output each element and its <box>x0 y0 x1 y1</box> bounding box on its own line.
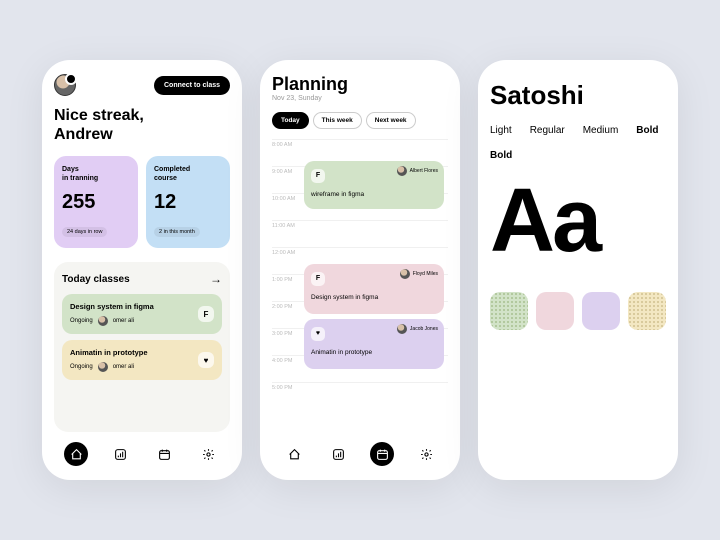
nav-settings[interactable] <box>414 442 438 466</box>
bottom-nav <box>272 442 448 466</box>
swatch-pink[interactable] <box>536 292 574 330</box>
planning-screen: Planning Nov 23, Sunday Today This week … <box>260 60 460 480</box>
stat-label: Completed course <box>154 166 222 183</box>
connect-button[interactable]: Connect to class <box>154 76 230 95</box>
nav-calendar[interactable] <box>370 442 394 466</box>
user-name: Floyd Miles <box>413 271 438 277</box>
font-name: Satoshi <box>490 80 666 111</box>
weight-bold[interactable]: Bold <box>636 125 658 136</box>
heart-icon: ♥ <box>311 327 325 341</box>
weight-regular[interactable]: Regular <box>530 125 565 136</box>
stat-label: Days in tranning <box>62 166 130 183</box>
stat-badge: 2 in this month <box>154 227 200 237</box>
figma-icon: F <box>311 272 325 286</box>
event-title: wireframe in figma <box>311 191 437 198</box>
event-title: Design system in figma <box>311 294 437 301</box>
class-status: Ongoing <box>70 364 93 370</box>
timeline[interactable]: 8:00 AM 9:00 AM 10:00 AM 11:00 AM 12:00 … <box>272 139 448 432</box>
time-label: 5:00 PM <box>272 382 448 409</box>
nav-home[interactable] <box>282 442 306 466</box>
stat-days[interactable]: Days in tranning 255 24 days in row <box>54 156 138 248</box>
typography-screen: Satoshi Light Regular Medium Bold Bold A… <box>478 60 678 480</box>
user-name: Jacob Jones <box>410 326 438 332</box>
avatar[interactable] <box>54 74 76 96</box>
instructor-avatar <box>98 362 108 372</box>
chip-today[interactable]: Today <box>272 112 309 129</box>
nav-home[interactable] <box>64 442 88 466</box>
font-weights: Light Regular Medium Bold Bold <box>490 125 666 161</box>
user-avatar <box>397 324 407 334</box>
weight-light[interactable]: Light <box>490 125 512 136</box>
figma-icon: F <box>311 169 325 183</box>
weight-medium[interactable]: Medium <box>583 125 619 136</box>
bottom-nav <box>54 442 230 466</box>
swatch-purple[interactable] <box>582 292 620 330</box>
font-sample: Aa <box>490 181 666 262</box>
nav-stats[interactable] <box>108 442 132 466</box>
nav-settings[interactable] <box>196 442 220 466</box>
header: Connect to class <box>54 74 230 96</box>
event-card[interactable]: F Floyd Miles Design system in figma <box>304 264 444 314</box>
instructor-name: omer ali <box>113 364 134 370</box>
class-card[interactable]: Animatin in prototype Ongoing omer ali ♥ <box>62 340 222 380</box>
chip-next-week[interactable]: Next week <box>366 112 416 129</box>
event-card[interactable]: F Albert Flores wireframe in figma <box>304 161 444 209</box>
user-avatar <box>400 269 410 279</box>
class-title: Animatin in prototype <box>70 348 214 357</box>
today-classes: Today classes → Design system in figma O… <box>54 262 230 432</box>
home-screen: Connect to class Nice streak, Andrew Day… <box>42 60 242 480</box>
nav-stats[interactable] <box>326 442 350 466</box>
nav-calendar[interactable] <box>152 442 176 466</box>
arrow-icon[interactable]: → <box>210 272 222 286</box>
stat-value: 255 <box>62 191 130 214</box>
page-title: Planning <box>272 74 448 95</box>
heart-icon: ♥ <box>198 352 214 368</box>
class-card[interactable]: Design system in figma Ongoing omer ali … <box>62 294 222 334</box>
stat-badge: 24 days in row <box>62 227 107 237</box>
swatch-green[interactable] <box>490 292 528 330</box>
section-title: Today classes <box>62 274 130 285</box>
instructor-avatar <box>98 316 108 326</box>
user-name: Albert Flores <box>410 168 438 174</box>
instructor-name: omer ali <box>113 318 134 324</box>
stat-value: 12 <box>154 191 222 214</box>
stat-courses[interactable]: Completed course 12 2 in this month <box>146 156 230 248</box>
color-swatches <box>490 292 666 330</box>
filter-chips: Today This week Next week <box>272 112 448 129</box>
class-status: Ongoing <box>70 318 93 324</box>
class-title: Design system in figma <box>70 302 214 311</box>
stats-row: Days in tranning 255 24 days in row Comp… <box>54 156 230 248</box>
figma-icon: F <box>198 306 214 322</box>
chip-this-week[interactable]: This week <box>313 112 362 129</box>
event-title: Animatin in prototype <box>311 349 437 356</box>
greeting: Nice streak, Andrew <box>54 106 230 144</box>
page-date: Nov 23, Sunday <box>272 95 448 102</box>
time-label: 11:00 AM <box>272 220 448 247</box>
event-card[interactable]: ♥ Jacob Jones Animatin in prototype <box>304 319 444 369</box>
swatch-yellow[interactable] <box>628 292 666 330</box>
weight-black[interactable]: Bold <box>490 150 512 161</box>
user-avatar <box>397 166 407 176</box>
